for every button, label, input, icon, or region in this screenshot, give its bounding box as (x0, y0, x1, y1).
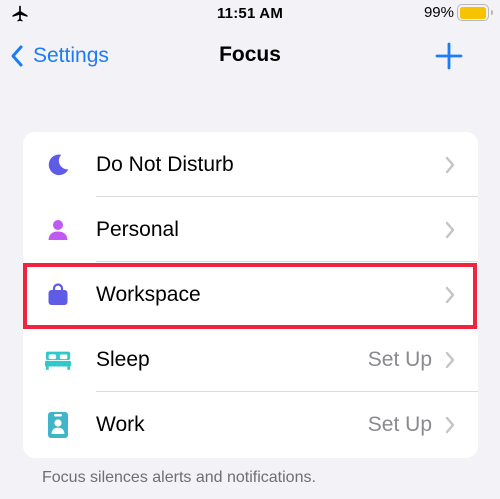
battery-percent: 99% (423, 4, 454, 21)
focus-item-label: Do Not Disturb (96, 152, 234, 176)
id-badge-icon (44, 412, 72, 438)
page-title: Focus (219, 43, 281, 66)
chevron-right-icon (445, 286, 455, 303)
footer-note: Focus silences alerts and notifications. (42, 469, 316, 486)
focus-item-label: Workspace (96, 282, 201, 306)
plus-icon[interactable] (434, 41, 464, 71)
focus-item-do-not-disturb[interactable]: Do Not Disturb (23, 132, 478, 197)
bed-icon (44, 347, 72, 373)
focus-item-workspace[interactable]: Workspace (23, 262, 478, 327)
chevron-right-icon (445, 351, 455, 368)
focus-item-value: Set Up (367, 347, 432, 371)
focus-item-value: Set Up (367, 412, 432, 436)
focus-settings-screen: 11:51 AM 99% Settings Focus Do Not Distu… (0, 0, 500, 499)
chevron-right-icon (445, 156, 455, 173)
focus-item-personal[interactable]: Personal (23, 197, 478, 262)
focus-list: Do Not Disturb Personal Workspace Sleep … (23, 132, 478, 458)
bag-icon (44, 282, 72, 308)
battery-icon (457, 4, 493, 21)
focus-item-label: Personal (96, 217, 179, 241)
battery-fill (459, 6, 487, 19)
person-icon (44, 217, 72, 243)
battery-indicator: 99% (423, 4, 493, 21)
status-bar: 11:51 AM 99% (0, 0, 500, 30)
navigation-bar: Settings Focus (0, 30, 500, 82)
chevron-right-icon (445, 416, 455, 433)
focus-item-work[interactable]: Work Set Up (23, 392, 478, 457)
chevron-right-icon (445, 221, 455, 238)
focus-item-label: Work (96, 412, 145, 436)
focus-item-label: Sleep (96, 347, 150, 371)
focus-item-sleep[interactable]: Sleep Set Up (23, 327, 478, 392)
moon-icon (44, 152, 72, 178)
